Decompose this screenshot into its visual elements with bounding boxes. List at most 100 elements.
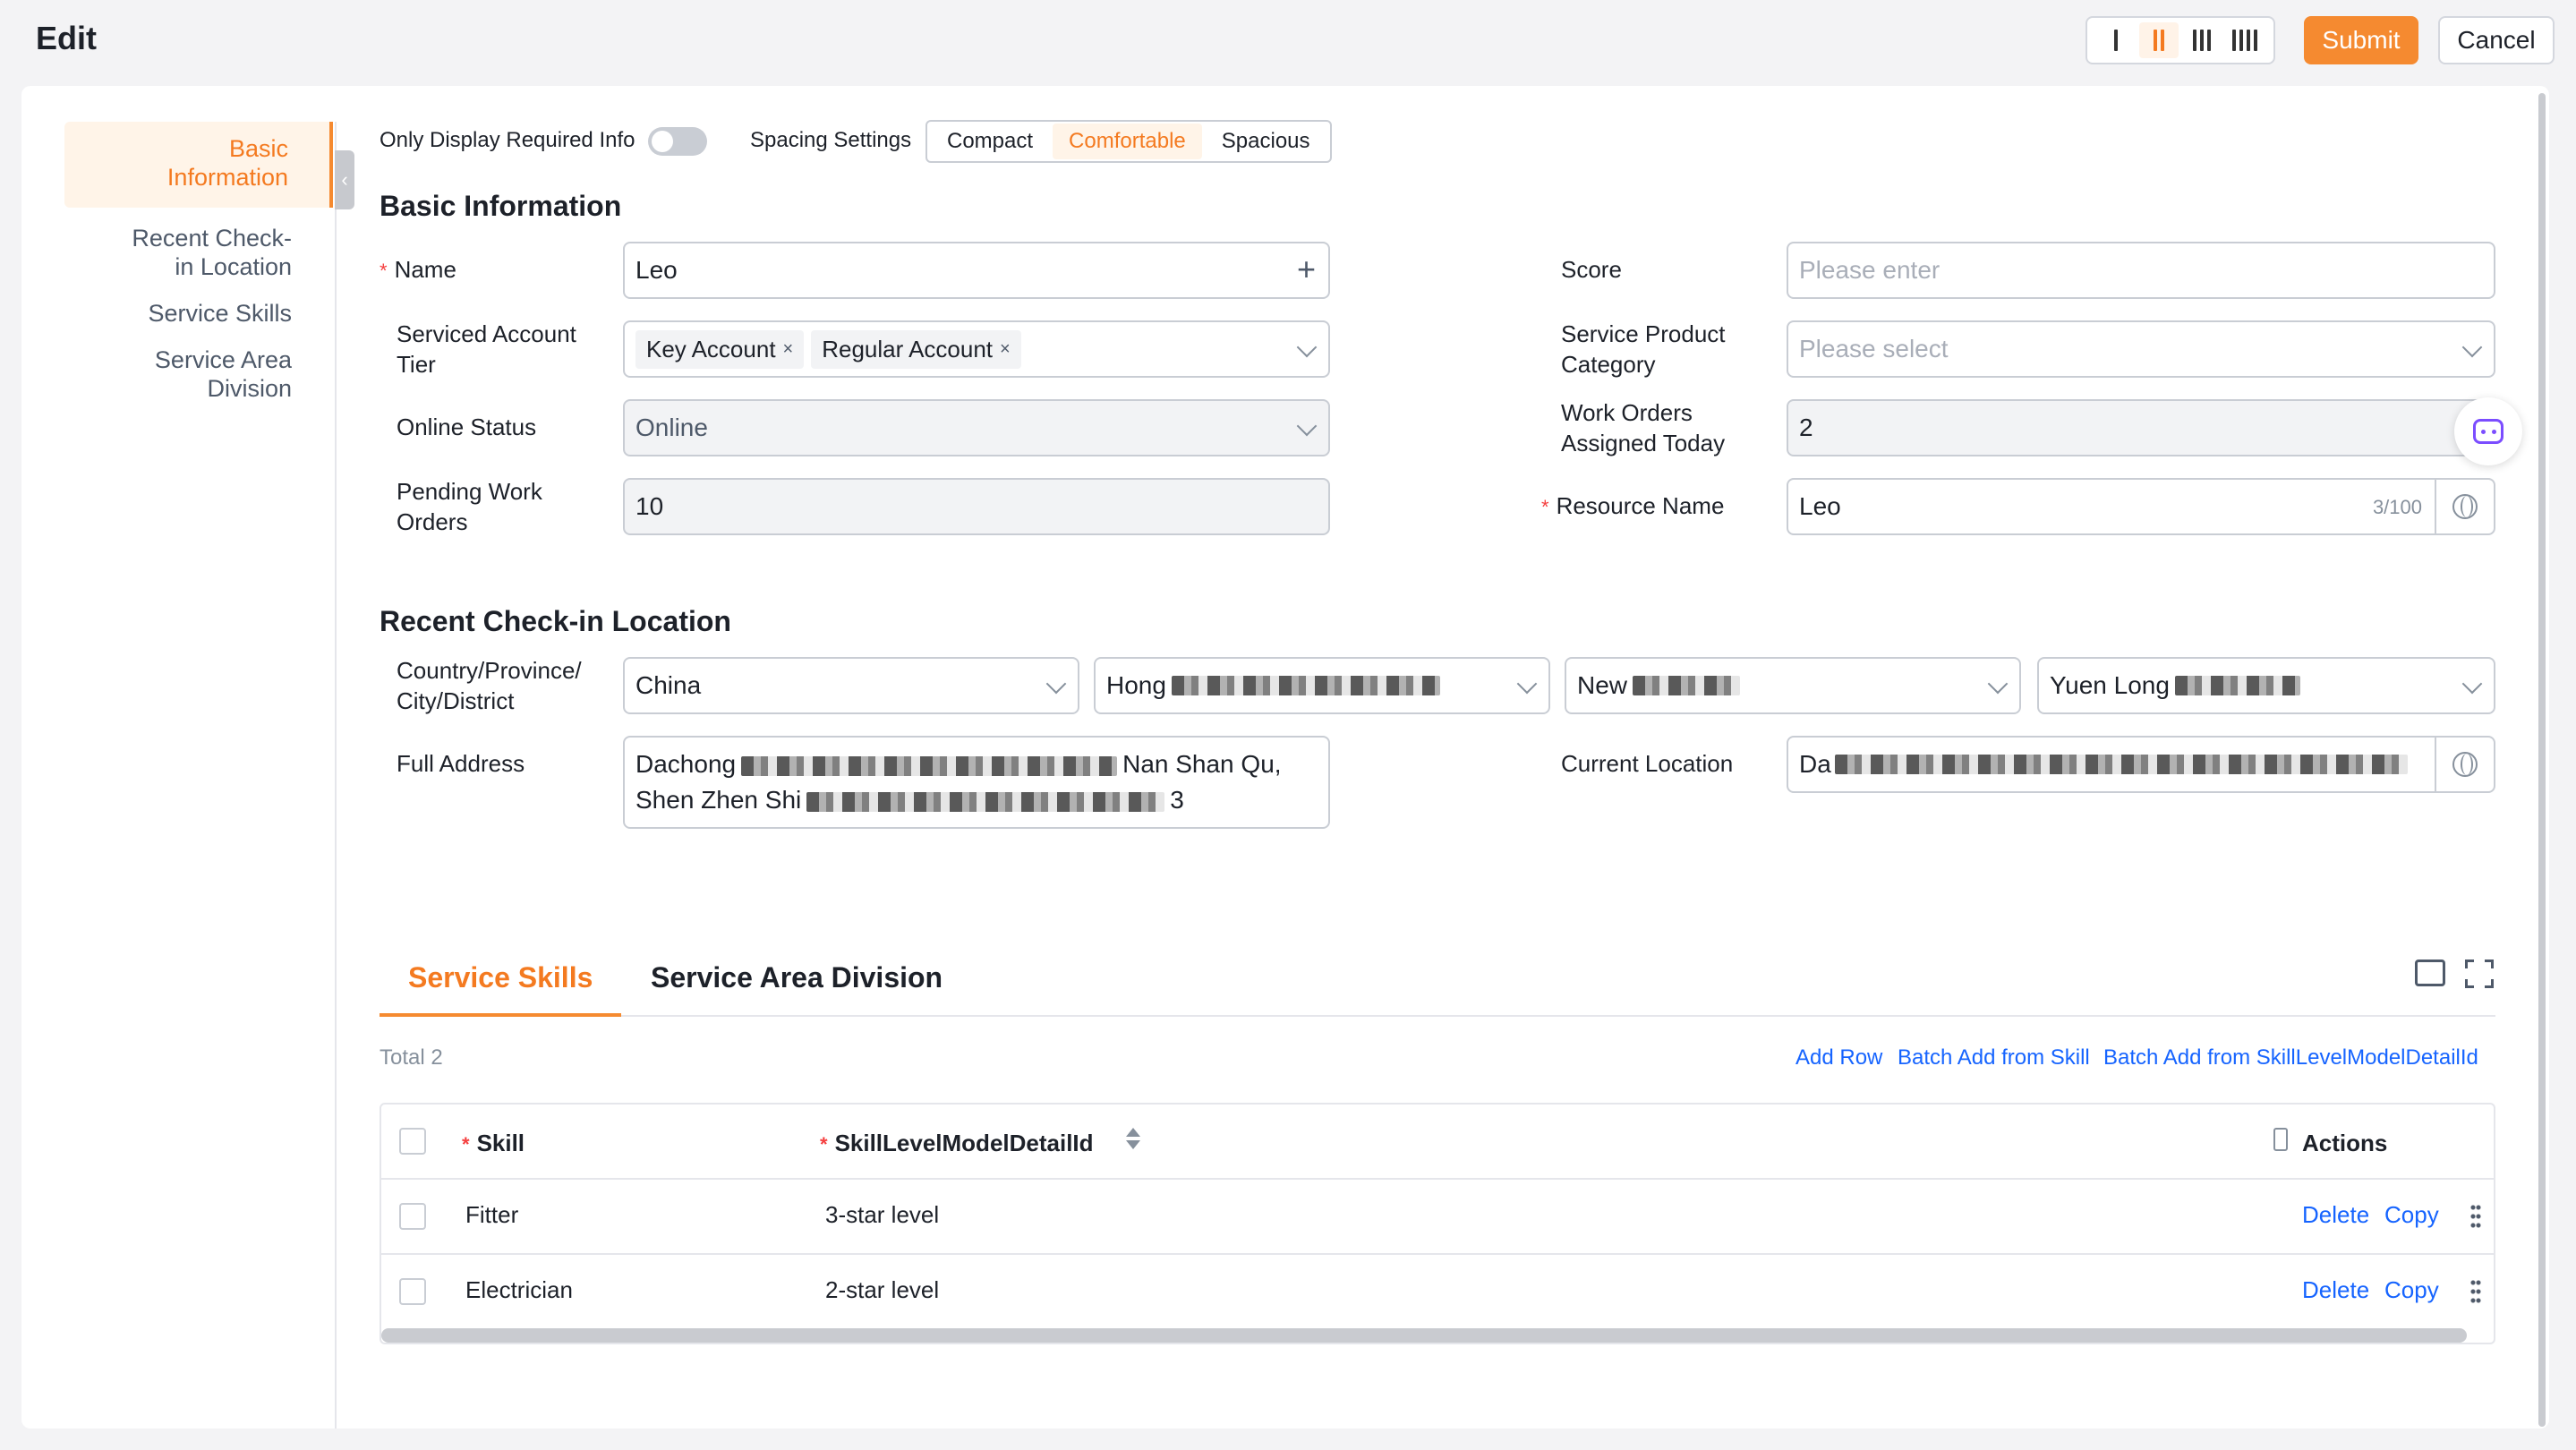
district-value: Yuen Long xyxy=(2050,671,2170,699)
tag-regular-account: Regular Account × xyxy=(811,329,1021,369)
name-value: Leo xyxy=(635,256,678,284)
delete-link[interactable]: Delete xyxy=(2302,1201,2369,1229)
row-checkbox[interactable] xyxy=(399,1278,426,1305)
collapse-nav-button[interactable]: ‹ xyxy=(335,150,354,209)
address-line-1: Dachong Nan Shan Qu, xyxy=(635,750,1282,778)
column-header-level[interactable]: * SkillLevelModelDetailId xyxy=(820,1130,1094,1157)
redacted-text xyxy=(1633,676,1741,695)
one-column-icon[interactable] xyxy=(2096,22,2136,58)
copy-link[interactable]: Copy xyxy=(2384,1201,2439,1229)
top-bar: Edit Submit Cancel xyxy=(0,0,2576,84)
pending-label: Pending Work Orders xyxy=(397,478,542,535)
add-row-link[interactable]: Add Row xyxy=(1796,1045,1882,1070)
page-title: Edit xyxy=(36,20,97,56)
district-select[interactable]: Yuen Long xyxy=(2037,657,2495,714)
select-all-checkbox[interactable] xyxy=(399,1128,426,1155)
province-select[interactable]: Hong xyxy=(1094,657,1550,714)
chevron-down-icon xyxy=(1987,673,2009,695)
pending-field[interactable]: 10 xyxy=(623,478,1330,535)
chevron-down-icon xyxy=(1296,415,1318,437)
row-checkbox[interactable] xyxy=(399,1203,426,1230)
name-field[interactable]: Leo + xyxy=(623,242,1330,299)
nav-item-basic-information[interactable]: Basic Information xyxy=(64,122,333,208)
spacing-spacious[interactable]: Spacious xyxy=(1206,124,1326,159)
full-address-textarea[interactable]: Dachong Nan Shan Qu, Shen Zhen Shi 3 xyxy=(623,736,1330,829)
name-label: * Name xyxy=(380,256,456,283)
region-label: Country/Province/ City/District xyxy=(397,657,582,714)
work-orders-today-value: 2 xyxy=(1799,414,1813,441)
drag-handle-icon[interactable] xyxy=(2470,1203,2481,1230)
score-placeholder: Please enter xyxy=(1799,256,1941,284)
total-count: Total 2 xyxy=(380,1045,443,1070)
lock-icon[interactable] xyxy=(2273,1128,2288,1151)
delete-link[interactable]: Delete xyxy=(2302,1276,2369,1304)
four-column-icon[interactable] xyxy=(2225,22,2265,58)
product-category-label: Service Product Category xyxy=(1561,320,1726,378)
tag-key-account: Key Account × xyxy=(635,329,805,369)
copy-link[interactable]: Copy xyxy=(2384,1276,2439,1304)
nav-item-service-area[interactable]: Service Area Division xyxy=(64,345,333,403)
remove-tag-icon[interactable]: × xyxy=(783,339,794,360)
redacted-text xyxy=(1171,676,1440,695)
fullscreen-icon[interactable] xyxy=(2465,960,2494,988)
country-select[interactable]: China xyxy=(623,657,1079,714)
tier-multiselect[interactable]: Key Account × Regular Account × xyxy=(623,320,1330,378)
submit-button[interactable]: Submit xyxy=(2304,16,2418,64)
online-status-select[interactable]: Online xyxy=(623,399,1330,456)
resource-name-label: * Resource Name xyxy=(1541,492,1725,519)
cancel-button[interactable]: Cancel xyxy=(2438,16,2555,64)
skill-cell: Fitter xyxy=(465,1201,519,1228)
section-title-checkin: Recent Check-in Location xyxy=(380,605,731,637)
chevron-down-icon xyxy=(1516,673,1538,695)
required-only-toggle[interactable] xyxy=(648,127,707,156)
vertical-scrollbar-thumb[interactable] xyxy=(2538,93,2546,1427)
batch-add-skill-link[interactable]: Batch Add from Skill xyxy=(1898,1045,2090,1070)
drag-handle-icon[interactable] xyxy=(2470,1278,2481,1305)
current-location-globe-button[interactable] xyxy=(2435,738,2494,791)
current-location-value: Da xyxy=(1799,750,1831,778)
product-category-select[interactable]: Please select xyxy=(1787,320,2495,378)
score-input[interactable]: Please enter xyxy=(1787,242,2495,299)
nav-item-service-skills[interactable]: Service Skills xyxy=(64,299,333,328)
work-orders-today-field[interactable]: 2 xyxy=(1787,399,2495,456)
detail-tabs: Service Skills Service Area Division xyxy=(380,949,2495,1017)
assistant-robot-icon[interactable] xyxy=(2454,397,2522,465)
pending-value: 10 xyxy=(635,492,664,520)
spacing-comfortable[interactable]: Comfortable xyxy=(1053,124,1202,159)
column-layout-switcher[interactable] xyxy=(2086,16,2275,64)
address-line-2: Shen Zhen Shi 3 xyxy=(635,786,1184,814)
globe-icon xyxy=(2452,494,2478,519)
tab-service-area-division[interactable]: Service Area Division xyxy=(651,961,943,994)
level-cell: 2-star level xyxy=(825,1276,940,1303)
keyboard-icon[interactable] xyxy=(2415,960,2445,986)
remove-tag-icon[interactable]: × xyxy=(1000,339,1011,360)
globe-icon xyxy=(2452,752,2478,777)
three-column-icon[interactable] xyxy=(2182,22,2222,58)
batch-add-level-link[interactable]: Batch Add from SkillLevelModelDetailId xyxy=(2103,1045,2478,1070)
city-select[interactable]: New xyxy=(1565,657,2021,714)
product-category-placeholder: Please select xyxy=(1799,335,1949,362)
nav-item-recent-check-in[interactable]: Recent Check- in Location xyxy=(64,224,333,281)
full-address-label: Full Address xyxy=(397,750,525,777)
current-location-input[interactable]: Da xyxy=(1787,736,2495,793)
resource-globe-button[interactable] xyxy=(2435,480,2494,533)
horizontal-scrollbar[interactable] xyxy=(381,1328,2467,1343)
tab-service-skills[interactable]: Service Skills xyxy=(408,961,593,994)
spacing-label: Spacing Settings xyxy=(750,128,912,152)
sort-icon[interactable] xyxy=(1126,1128,1140,1153)
chevron-down-icon xyxy=(2461,673,2483,695)
section-nav: Basic Information Recent Check- in Locat… xyxy=(64,122,333,403)
resource-name-input[interactable]: Leo 3/100 xyxy=(1787,478,2495,535)
column-header-skill: * Skill xyxy=(462,1130,525,1156)
two-column-icon[interactable] xyxy=(2139,22,2179,58)
skills-table: * Skill * SkillLevelModelDetailId Actions … xyxy=(380,1103,2495,1344)
char-counter: 3/100 xyxy=(2372,496,2422,518)
chevron-down-icon xyxy=(1045,673,1067,695)
nav-divider xyxy=(335,122,337,1429)
plus-icon[interactable]: + xyxy=(1297,253,1316,286)
level-cell: 3-star level xyxy=(825,1201,940,1228)
score-label: Score xyxy=(1561,256,1622,283)
chevron-down-icon xyxy=(2461,337,2483,358)
spacing-compact[interactable]: Compact xyxy=(931,124,1049,159)
redacted-text xyxy=(2174,676,2300,695)
